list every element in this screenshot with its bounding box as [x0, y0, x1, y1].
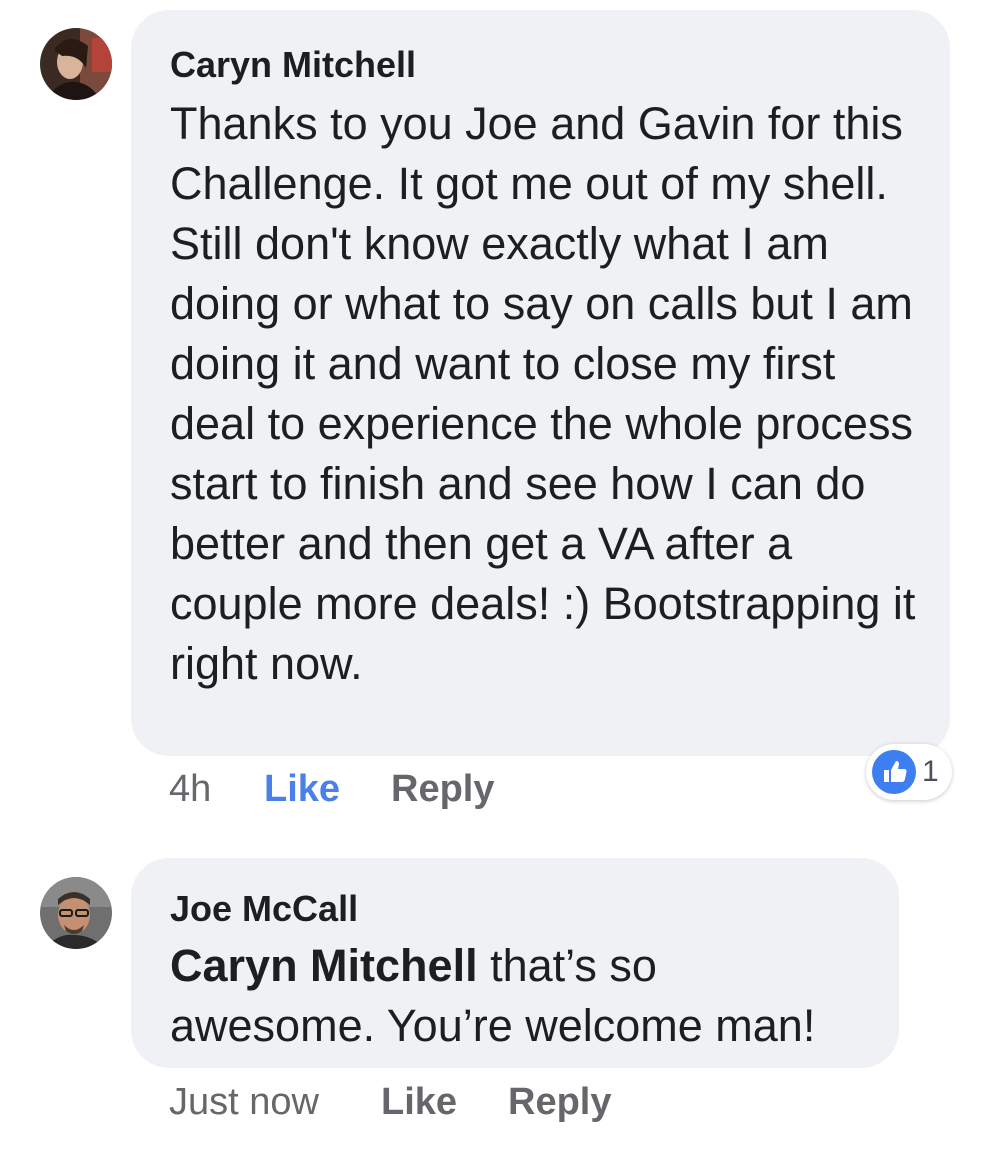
reply-button[interactable]: Reply [391, 767, 494, 811]
comment-text: Thanks to you Joe and Gavin for this Cha… [170, 98, 916, 689]
profile-photo [40, 28, 112, 100]
comment-timestamp[interactable]: Just now [169, 1080, 319, 1124]
comment-item: Caryn Mitchell Thanks to you Joe and Gav… [0, 0, 992, 830]
profile-photo [40, 877, 112, 949]
comment-author[interactable]: Joe McCall [170, 888, 869, 930]
like-button[interactable]: Like [381, 1080, 457, 1124]
avatar[interactable] [40, 28, 112, 100]
comment-item: Joe McCall Caryn Mitchell that’s so awes… [0, 840, 992, 1161]
comment-actions: 4h Like Reply [0, 767, 992, 811]
reply-button[interactable]: Reply [508, 1080, 611, 1124]
mention-link[interactable]: Caryn Mitchell [170, 940, 478, 991]
comment-author[interactable]: Caryn Mitchell [170, 44, 920, 86]
comment-bubble: Joe McCall Caryn Mitchell that’s so awes… [131, 858, 899, 1068]
like-button[interactable]: Like [264, 767, 340, 811]
comment-timestamp[interactable]: 4h [169, 767, 211, 811]
avatar[interactable] [40, 877, 112, 949]
comment-actions: Just now Like Reply [0, 1080, 992, 1124]
comment-bubble: Caryn Mitchell Thanks to you Joe and Gav… [131, 10, 950, 756]
comment-text: Caryn Mitchell that’s so awesome. You’re… [170, 936, 870, 1056]
